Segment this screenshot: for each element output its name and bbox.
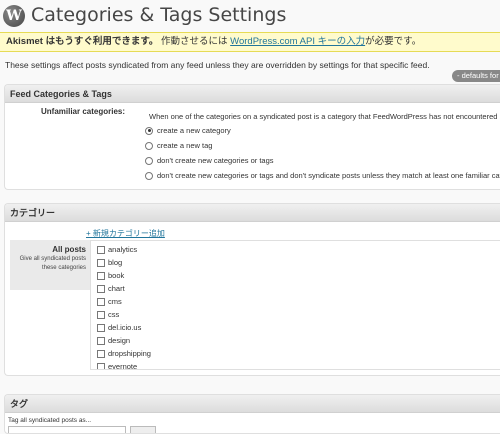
category-label: css bbox=[108, 310, 120, 319]
category-label: analytics bbox=[108, 245, 138, 254]
categories-heading[interactable]: カテゴリー bbox=[5, 204, 500, 222]
category-item[interactable]: css bbox=[97, 310, 119, 319]
unfamiliar-categories-description: When one of the categories on a syndicat… bbox=[149, 112, 500, 121]
category-label: book bbox=[108, 271, 125, 280]
category-checkbox[interactable] bbox=[97, 297, 105, 306]
option-label: don't create new categories or tags bbox=[157, 156, 274, 165]
notice-text-after: が必要です。 bbox=[365, 36, 422, 47]
tab-all-posts[interactable]: All posts Give all syndicated posts thes… bbox=[10, 240, 90, 290]
category-label: chart bbox=[108, 284, 125, 293]
radio-create-tag[interactable] bbox=[145, 141, 153, 150]
radio-create-category[interactable] bbox=[145, 126, 153, 135]
option-label: create a new tag bbox=[157, 141, 213, 150]
wordpress-logo-icon: W bbox=[3, 5, 25, 27]
category-checklist[interactable]: analytics blog book chart cms css del.ic… bbox=[90, 240, 500, 370]
category-checkbox[interactable] bbox=[97, 310, 105, 319]
category-item[interactable]: book bbox=[97, 271, 124, 280]
feed-categories-box: Feed Categories & Tags Unfamiliar catego… bbox=[4, 84, 500, 190]
category-item[interactable]: analytics bbox=[97, 245, 137, 254]
category-item[interactable]: del.icio.us bbox=[97, 323, 141, 332]
category-label: del.icio.us bbox=[108, 323, 142, 332]
category-checkbox[interactable] bbox=[97, 323, 105, 332]
category-item[interactable]: chart bbox=[97, 284, 125, 293]
category-item[interactable]: blog bbox=[97, 258, 122, 267]
category-item[interactable]: design bbox=[97, 336, 130, 345]
feed-categories-heading[interactable]: Feed Categories & Tags bbox=[5, 85, 500, 103]
tab-all-posts-description: Give all syndicated posts these categori… bbox=[19, 256, 86, 271]
tags-heading[interactable]: タグ bbox=[5, 395, 500, 413]
category-item[interactable]: cms bbox=[97, 297, 122, 306]
category-item[interactable]: dropshipping bbox=[97, 349, 151, 358]
option-dont-create-or-syndicate[interactable]: don't create new categories or tags and … bbox=[145, 171, 500, 180]
category-label: evernote bbox=[108, 362, 138, 370]
intro-text: These settings affect posts syndicated f… bbox=[5, 60, 430, 70]
radio-dont-create-or-syndicate[interactable] bbox=[145, 171, 153, 180]
category-checkbox[interactable] bbox=[97, 258, 105, 267]
category-checkbox[interactable] bbox=[97, 362, 105, 369]
page-header: W Categories & Tags Settings bbox=[0, 0, 500, 32]
tags-box: タグ Tag all syndicated posts as... bbox=[4, 394, 500, 434]
category-label: blog bbox=[108, 258, 123, 267]
category-checkbox[interactable] bbox=[97, 271, 105, 280]
category-label: cms bbox=[108, 297, 122, 306]
tag-all-label: Tag all syndicated posts as... bbox=[8, 417, 92, 424]
category-checkbox[interactable] bbox=[97, 245, 105, 254]
tag-input[interactable] bbox=[8, 426, 126, 433]
api-key-link[interactable]: WordPress.com API キーの入力 bbox=[230, 36, 365, 47]
notice-strong: Akismet はもうすぐ利用できます。 bbox=[6, 36, 159, 47]
category-item[interactable]: evernote bbox=[97, 362, 138, 370]
defaults-button[interactable]: - defaults for a bbox=[452, 70, 500, 82]
radio-dont-create[interactable] bbox=[145, 156, 153, 165]
category-label: design bbox=[108, 336, 131, 345]
add-tag-button[interactable] bbox=[130, 426, 156, 433]
page-title: Categories & Tags Settings bbox=[31, 4, 287, 26]
category-checkbox[interactable] bbox=[97, 336, 105, 345]
category-label: dropshipping bbox=[108, 349, 151, 358]
categories-box: カテゴリー + 新規カテゴリー追加 All posts Give all syn… bbox=[4, 203, 500, 376]
tab-all-posts-title: All posts bbox=[52, 245, 86, 254]
notice-text-before: 作動させるには bbox=[161, 36, 228, 47]
option-label: create a new category bbox=[157, 126, 231, 135]
option-create-category[interactable]: create a new category bbox=[145, 126, 231, 135]
category-checkbox[interactable] bbox=[97, 349, 105, 358]
option-create-tag[interactable]: create a new tag bbox=[145, 141, 212, 150]
category-checkbox[interactable] bbox=[97, 284, 105, 293]
option-dont-create[interactable]: don't create new categories or tags bbox=[145, 156, 274, 165]
option-label: don't create new categories or tags and … bbox=[157, 171, 500, 180]
unfamiliar-categories-label: Unfamiliar categories: bbox=[41, 107, 126, 116]
akismet-notice: Akismet はもうすぐ利用できます。 作動させるには WordPress.c… bbox=[0, 32, 500, 52]
add-category-link[interactable]: + 新規カテゴリー追加 bbox=[86, 228, 165, 239]
